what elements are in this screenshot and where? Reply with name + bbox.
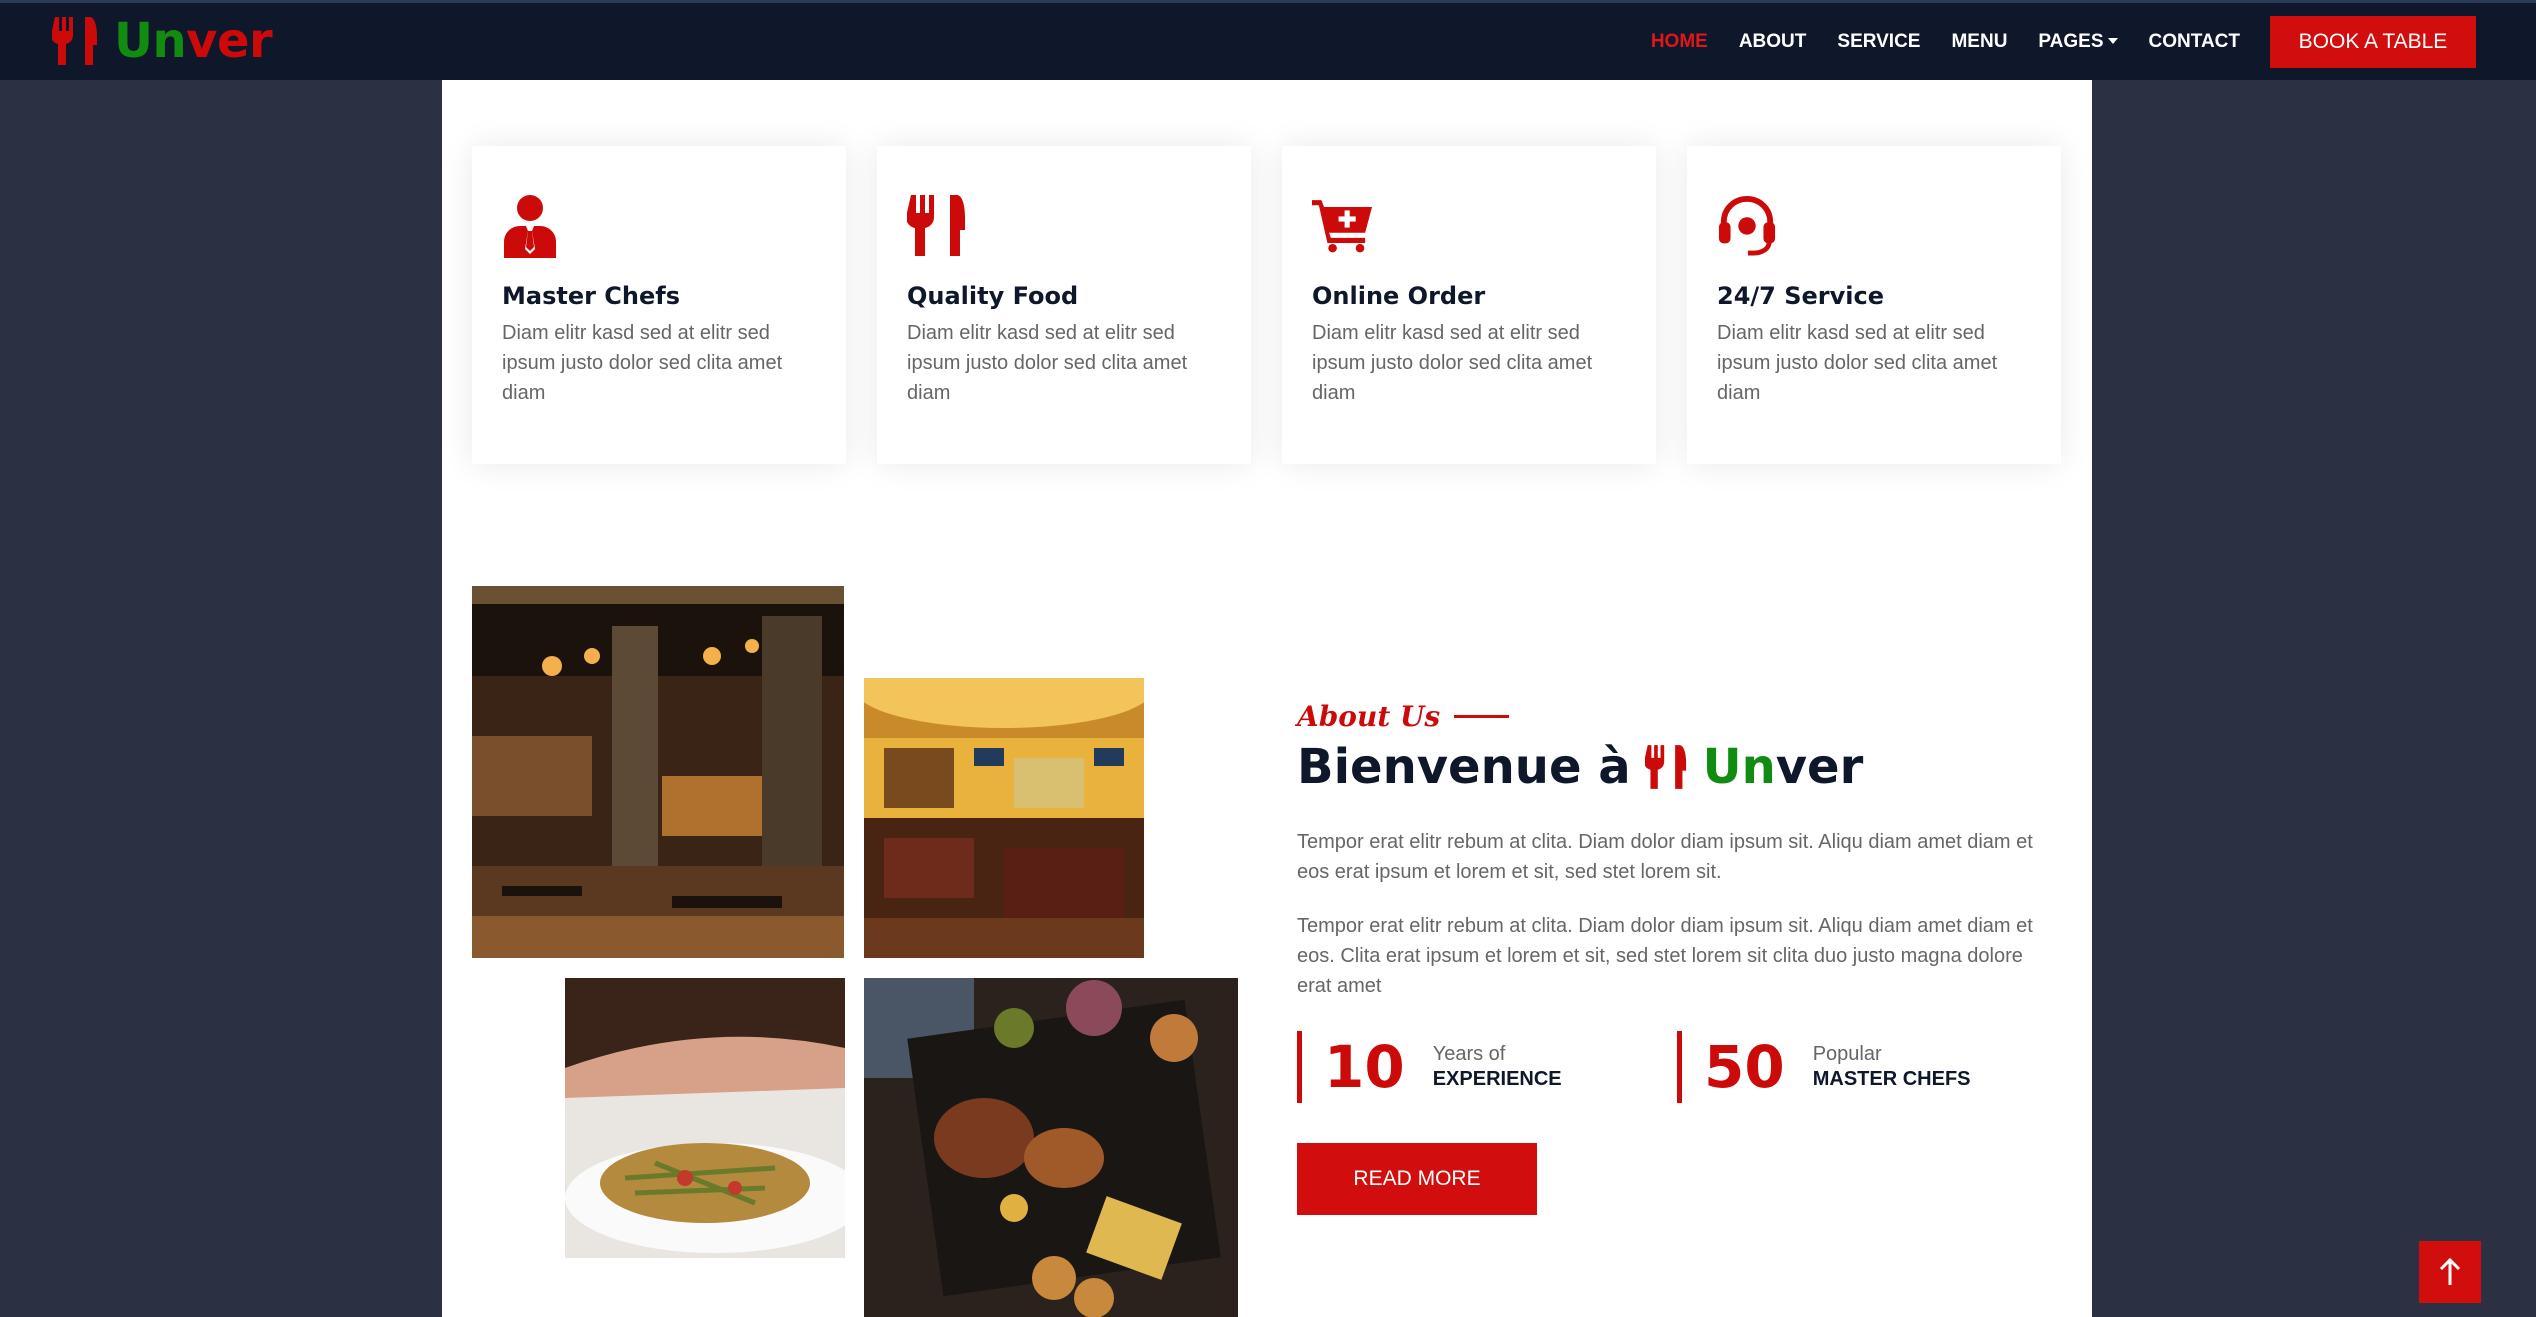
about-eyebrow-text: About Us bbox=[1297, 700, 1441, 733]
stat-number: 10 bbox=[1324, 1033, 1405, 1101]
stat-master-chefs: 50 Popular MASTER CHEFS bbox=[1677, 1031, 2057, 1103]
feature-title: 24/7 Service bbox=[1717, 282, 1884, 310]
about-title-prefix: Bienvenue à bbox=[1297, 739, 1631, 795]
nav-home[interactable]: HOME bbox=[1651, 31, 1708, 53]
cart-plus-icon bbox=[1312, 192, 1372, 258]
utensils-icon bbox=[52, 17, 97, 65]
brand-logo[interactable]: Unver bbox=[52, 11, 273, 71]
nav-contact[interactable]: CONTACT bbox=[2149, 31, 2240, 53]
feature-card-quality-food: Quality Food Diam elitr kasd sed at elit… bbox=[877, 146, 1251, 464]
grilled-food-platter-image bbox=[864, 978, 1238, 1317]
arrow-up-icon bbox=[2439, 1257, 2461, 1285]
about-title-dark: ver bbox=[1775, 739, 1864, 795]
chef-icon bbox=[502, 192, 562, 258]
feature-title: Online Order bbox=[1312, 282, 1486, 310]
nav-pages-label: PAGES bbox=[2038, 30, 2104, 52]
restaurant-dining-room-image bbox=[864, 678, 1144, 958]
restaurant-interior-image bbox=[472, 586, 844, 958]
headset-icon bbox=[1717, 192, 1777, 258]
stat-label-small: Popular bbox=[1812, 1043, 1882, 1065]
book-table-button[interactable]: BOOK A TABLE bbox=[2270, 15, 2476, 68]
utensils-icon bbox=[906, 192, 967, 258]
feature-card-online-order: Online Order Diam elitr kasd sed at elit… bbox=[1282, 146, 1656, 464]
about-title: Bienvenue à Unver bbox=[1297, 739, 2057, 795]
nav-menu[interactable]: MENU bbox=[1951, 31, 2007, 53]
nav-service[interactable]: SERVICE bbox=[1837, 31, 1920, 53]
navbar: Unver HOME ABOUT SERVICE MENU PAGES CONT… bbox=[0, 0, 2536, 80]
nav-pages-dropdown[interactable]: PAGES bbox=[2038, 30, 2118, 53]
about-paragraph-2: Tempor erat elitr rebum at clita. Diam d… bbox=[1297, 915, 2033, 997]
salad-dish-image bbox=[565, 978, 845, 1258]
feature-card-master-chefs: Master Chefs Diam elitr kasd sed at elit… bbox=[472, 146, 846, 464]
chevron-down-icon bbox=[2107, 38, 2118, 45]
feature-text: Diam elitr kasd sed at elitr sed ipsum j… bbox=[907, 322, 1188, 404]
stat-experience: 10 Years of EXPERIENCE bbox=[1297, 1031, 1677, 1103]
brand-name-red: ver bbox=[186, 13, 273, 69]
feature-card-24-7-service: 24/7 Service Diam elitr kasd sed at elit… bbox=[1687, 146, 2061, 464]
stats-row: 10 Years of EXPERIENCE 50 Popular MASTER… bbox=[1297, 1031, 2057, 1103]
stat-label-big: MASTER CHEFS bbox=[1812, 1068, 1971, 1090]
feature-text: Diam elitr kasd sed at elitr sed ipsum j… bbox=[1312, 322, 1593, 404]
nav-about[interactable]: ABOUT bbox=[1739, 31, 1807, 53]
feature-text: Diam elitr kasd sed at elitr sed ipsum j… bbox=[502, 322, 783, 404]
main-nav: HOME ABOUT SERVICE MENU PAGES CONTACT BO… bbox=[1620, 3, 2536, 80]
brand-name-green: Un bbox=[114, 13, 187, 69]
feature-title: Master Chefs bbox=[502, 282, 681, 310]
utensils-icon bbox=[1644, 745, 1686, 789]
main-content: Master Chefs Diam elitr kasd sed at elit… bbox=[442, 80, 2092, 1317]
feature-text: Diam elitr kasd sed at elitr sed ipsum j… bbox=[1717, 322, 1998, 404]
about-eyebrow: About Us bbox=[1297, 700, 2057, 733]
feature-title: Quality Food bbox=[907, 282, 1079, 310]
eyebrow-divider bbox=[1454, 715, 1510, 718]
about-section: About Us Bienvenue à Unver Tempor erat e… bbox=[1297, 700, 2057, 1215]
back-to-top-button[interactable] bbox=[2419, 1241, 2481, 1303]
stat-label-big: EXPERIENCE bbox=[1432, 1068, 1562, 1090]
about-paragraph-1: Tempor erat elitr rebum at clita. Diam d… bbox=[1297, 831, 2033, 883]
stat-label-small: Years of bbox=[1432, 1043, 1506, 1065]
read-more-button[interactable]: READ MORE bbox=[1297, 1143, 1537, 1215]
stat-number: 50 bbox=[1704, 1033, 1785, 1101]
about-title-green: Un bbox=[1702, 739, 1776, 795]
